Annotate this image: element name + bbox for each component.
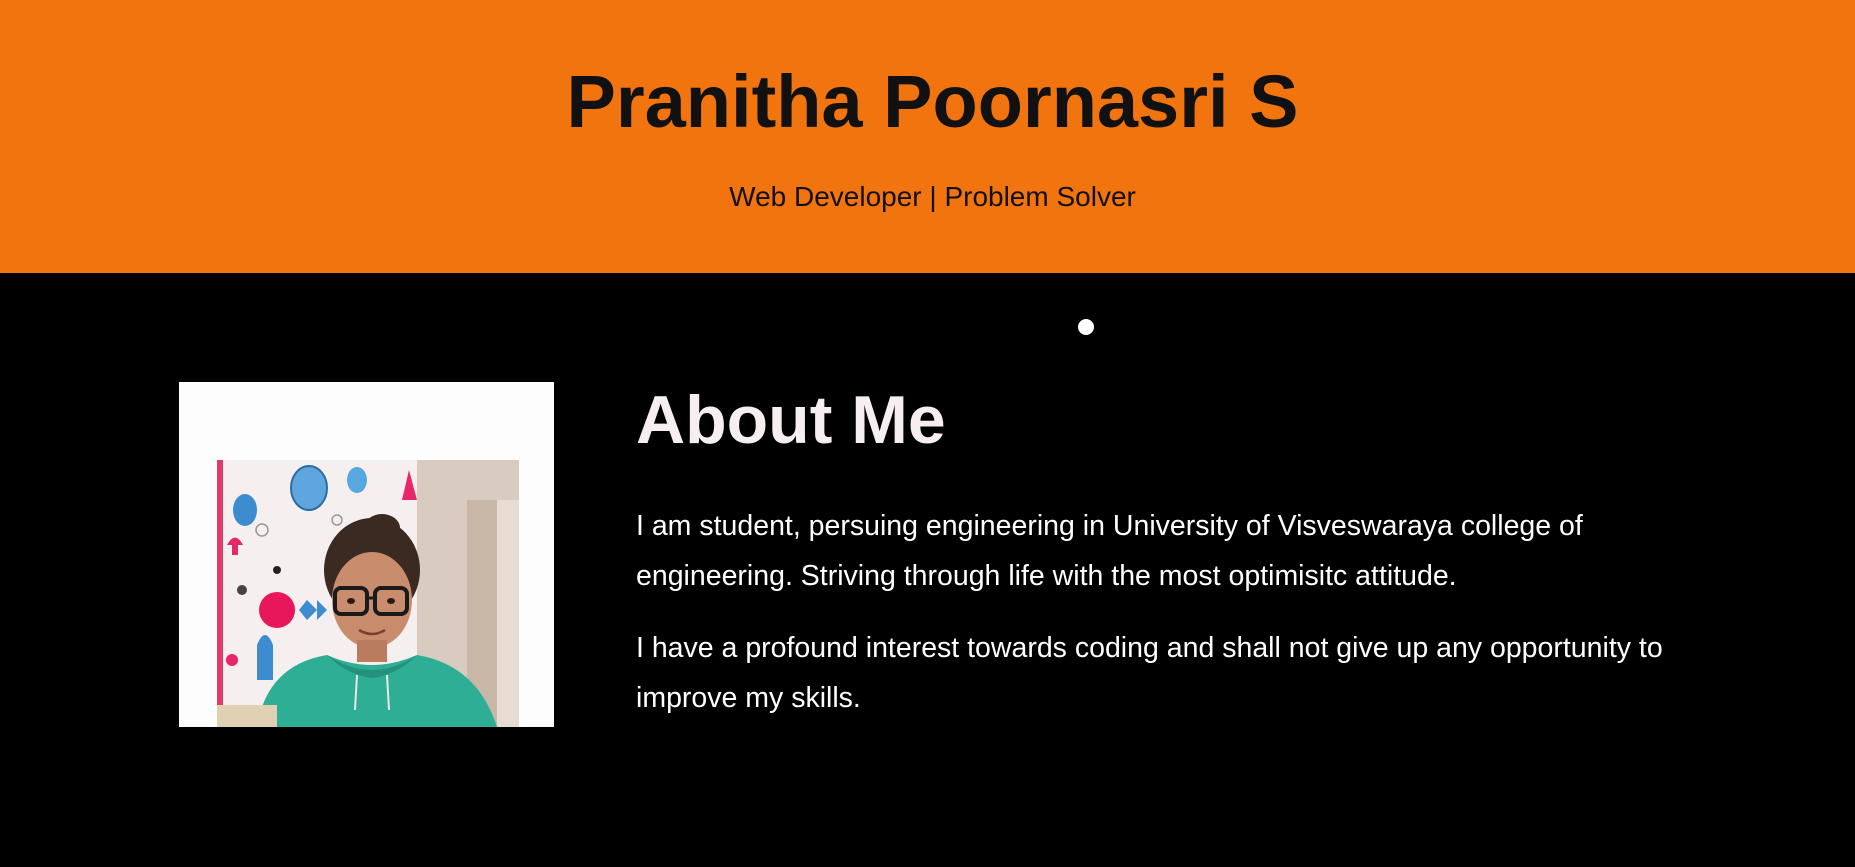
page-title: Pranitha Poornasri S bbox=[566, 60, 1299, 143]
profile-photo-frame bbox=[179, 382, 554, 727]
site-header: Pranitha Poornasri S Web Developer | Pro… bbox=[0, 0, 1855, 273]
about-paragraph-2: I have a profound interest towards codin… bbox=[636, 632, 1663, 714]
about-heading: About Me bbox=[636, 382, 946, 458]
carousel-dot-indicator[interactable] bbox=[1078, 319, 1094, 335]
tagline: Web Developer | Problem Solver bbox=[729, 181, 1136, 212]
profile-photo bbox=[217, 460, 519, 727]
about-paragraph-1: I am student, persuing engineering in Un… bbox=[636, 510, 1583, 592]
